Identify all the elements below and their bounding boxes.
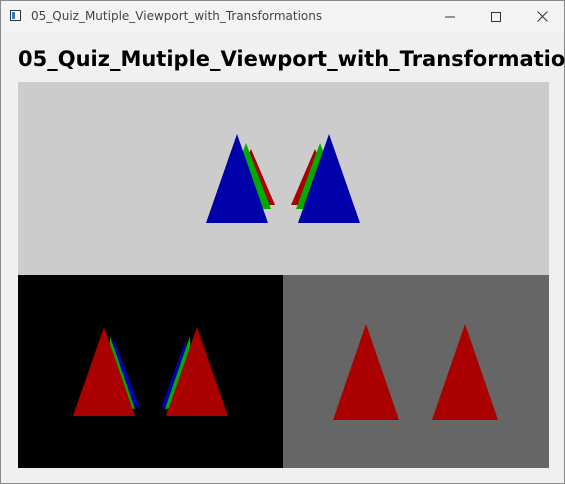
viewport-bottom-left	[18, 275, 283, 468]
page-title: 05_Quiz_Mutiple_Viewport_with_Transforma…	[18, 47, 565, 71]
minimize-icon	[445, 16, 455, 17]
window-title: 05_Quiz_Mutiple_Viewport_with_Transforma…	[31, 9, 323, 23]
title-bar[interactable]: 05_Quiz_Mutiple_Viewport_with_Transforma…	[1, 1, 564, 32]
viewport-top	[18, 82, 549, 275]
close-icon	[536, 11, 548, 22]
app-icon	[10, 10, 21, 21]
minimize-button[interactable]	[427, 1, 473, 32]
app-window: 05_Quiz_Mutiple_Viewport_with_Transforma…	[0, 0, 565, 484]
viewport-bottom-right	[283, 275, 549, 468]
content-area: 05_Quiz_Mutiple_Viewport_with_Transforma…	[1, 32, 565, 483]
gl-canvas[interactable]	[18, 82, 549, 468]
maximize-icon	[491, 11, 501, 22]
close-button[interactable]	[519, 1, 565, 32]
maximize-button[interactable]	[473, 1, 519, 32]
